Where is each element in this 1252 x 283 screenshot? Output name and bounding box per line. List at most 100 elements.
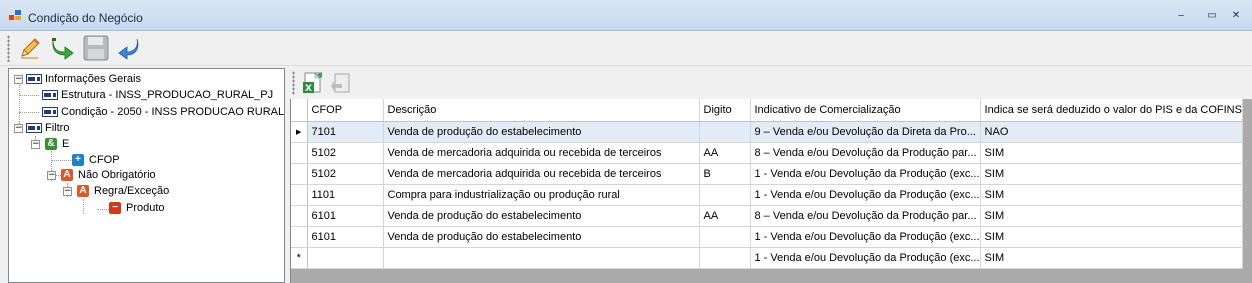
app-icon [9,10,21,20]
cell-indicativo[interactable]: 1 - Venda e/ou Devolução da Produção (ex… [750,226,981,248]
cell-indicativo[interactable]: 1 - Venda e/ou Devolução da Produção (ex… [750,247,981,269]
cell-descricao[interactable]: Compra para industrialização ou produção… [383,184,700,206]
cell-descricao[interactable]: Venda de mercadoria adquirida ou recebid… [383,142,700,164]
cell-digito[interactable] [699,121,751,143]
table-row[interactable]: 6101 Venda de produção do estabeleciment… [291,226,1243,248]
tree-label: Estrutura - INSS_PRODUCAO_RURAL_PJ [61,89,274,101]
toolbar-grip[interactable] [292,71,295,95]
undo-button[interactable] [115,34,143,62]
tree-node-nao-obrigatorio[interactable]: − A Não Obrigatório [47,167,156,183]
row-header[interactable] [291,163,308,185]
tree-node-cfop[interactable]: + CFOP [70,152,120,168]
new-row-asterisk-icon[interactable]: * [291,247,308,269]
maximize-button[interactable]: ▭ [1204,9,1220,23]
row-header[interactable] [291,226,308,248]
tree-label: E [62,138,70,150]
cell-cfop[interactable]: 6101 [307,226,384,248]
current-row-arrow-icon[interactable]: ▶ [291,121,308,143]
cell-digito[interactable]: AA [699,142,751,164]
table-row[interactable]: ▶ 7101 Venda de produção do estabelecime… [291,121,1243,143]
info-node-icon [42,89,58,102]
cell-descricao[interactable]: Venda de produção do estabelecimento [383,226,700,248]
cell-descricao[interactable]: Venda de produção do estabelecimento [383,205,700,227]
tree-node-produto[interactable]: − Produto [107,200,165,216]
cfop-grid[interactable]: CFOP Descrição Digito Indicativo de Come… [290,99,1252,283]
cell-digito[interactable] [699,247,751,269]
edit-pencil-icon [21,38,40,59]
cell-pis-cofins[interactable]: SIM [980,163,1243,185]
cell-pis-cofins[interactable]: SIM [980,184,1243,206]
collapse-toggle[interactable]: − [47,170,56,180]
cell-digito[interactable] [699,184,751,206]
cell-descricao[interactable]: Venda de mercadoria adquirida ou recebid… [383,163,700,185]
cell-digito[interactable]: AA [699,205,751,227]
table-row[interactable]: 6101 Venda de produção do estabeleciment… [291,205,1243,227]
table-row[interactable]: 1101 Compra para industrialização ou pro… [291,184,1243,206]
row-header[interactable] [291,184,308,206]
collapse-toggle[interactable]: − [63,186,72,196]
cell-indicativo[interactable]: 1 - Venda e/ou Devolução da Produção (ex… [750,163,981,185]
edit-button[interactable] [16,34,44,62]
rule-exception-icon: A [75,185,91,198]
cell-pis-cofins[interactable]: NAO [980,121,1243,143]
cell-pis-cofins[interactable]: SIM [980,142,1243,164]
save-button[interactable] [82,34,110,62]
tree-label: Filtro [45,122,70,134]
export-excel-button[interactable]: X [301,71,325,95]
condition-tree[interactable]: − Informações Gerais Estrutura - INSS_PR… [8,68,285,283]
cell-pis-cofins[interactable]: SIM [980,247,1243,269]
cell-cfop[interactable]: 1101 [307,184,384,206]
cell-cfop[interactable]: 5102 [307,142,384,164]
collapse-toggle[interactable]: − [31,139,40,149]
go-forward-icon [52,38,74,60]
grid-header-row: CFOP Descrição Digito Indicativo de Come… [291,99,1243,122]
cell-descricao[interactable]: Venda de produção do estabelecimento [383,121,700,143]
close-button[interactable]: ✕ [1228,9,1244,23]
new-row[interactable]: * 1 - Venda e/ou Devolução da Produção (… [291,247,1243,269]
cell-indicativo[interactable]: 9 – Venda e/ou Devolução da Direta da Pr… [750,121,981,143]
title-bar: Condição do Negócio ‒ ▭ ✕ [0,0,1252,31]
row-header[interactable] [291,142,308,164]
info-node-icon [42,106,58,119]
column-header-pis-cofins[interactable]: Indica se será deduzido o valor do PIS e… [980,99,1243,122]
column-header-indicativo[interactable]: Indicativo de Comercialização [750,99,981,122]
tree-node-estrutura[interactable]: Estrutura - INSS_PRODUCAO_RURAL_PJ [42,87,273,103]
cell-cfop[interactable]: 5102 [307,163,384,185]
tree-node-e[interactable]: − & E [31,136,69,152]
collapse-toggle[interactable]: − [14,123,23,133]
cell-indicativo[interactable]: 1 - Venda e/ou Devolução da Produção (ex… [750,184,981,206]
grid-toolbar: X [290,68,1252,98]
minimize-button[interactable]: ‒ [1173,9,1189,23]
cell-pis-cofins[interactable]: SIM [980,205,1243,227]
column-header-digito[interactable]: Digito [699,99,751,122]
tree-label: Produto [126,202,165,214]
cfop-table: CFOP Descrição Digito Indicativo de Come… [291,99,1243,269]
tree-label: Informações Gerais [45,73,141,85]
cell-digito[interactable] [699,226,751,248]
undo-arrow-icon [118,38,139,60]
toolbar-grip[interactable] [7,35,10,62]
cell-indicativo[interactable]: 8 – Venda e/ou Devolução da Produção par… [750,142,981,164]
column-header-descricao[interactable]: Descrição [383,99,700,122]
collapse-toggle[interactable]: − [14,74,23,84]
tree-label: Não Obrigatório [78,169,156,181]
cell-cfop[interactable]: 7101 [307,121,384,143]
row-header-corner[interactable] [291,99,308,122]
cell-cfop[interactable]: 6101 [307,205,384,227]
cell-descricao[interactable] [383,247,700,269]
table-row[interactable]: 5102 Venda de mercadoria adquirida ou re… [291,142,1243,164]
tree-node-condicao[interactable]: Condição - 2050 - INSS PRODUCAO RURAL [42,104,284,120]
table-row[interactable]: 5102 Venda de mercadoria adquirida ou re… [291,163,1243,185]
import-button[interactable] [330,71,354,95]
row-header[interactable] [291,205,308,227]
forward-button[interactable] [49,34,77,62]
tree-node-filtro[interactable]: − Filtro [14,120,69,136]
column-header-cfop[interactable]: CFOP [307,99,384,122]
tree-node-regra-excecao[interactable]: − A Regra/Exceção [63,183,169,199]
tree-node-informacoes-gerais[interactable]: − Informações Gerais [14,71,141,87]
cell-pis-cofins[interactable]: SIM [980,226,1243,248]
cell-digito[interactable]: B [699,163,751,185]
tree-label: Regra/Exceção [94,185,170,197]
cell-cfop[interactable] [307,247,384,269]
cell-indicativo[interactable]: 8 – Venda e/ou Devolução da Produção par… [750,205,981,227]
